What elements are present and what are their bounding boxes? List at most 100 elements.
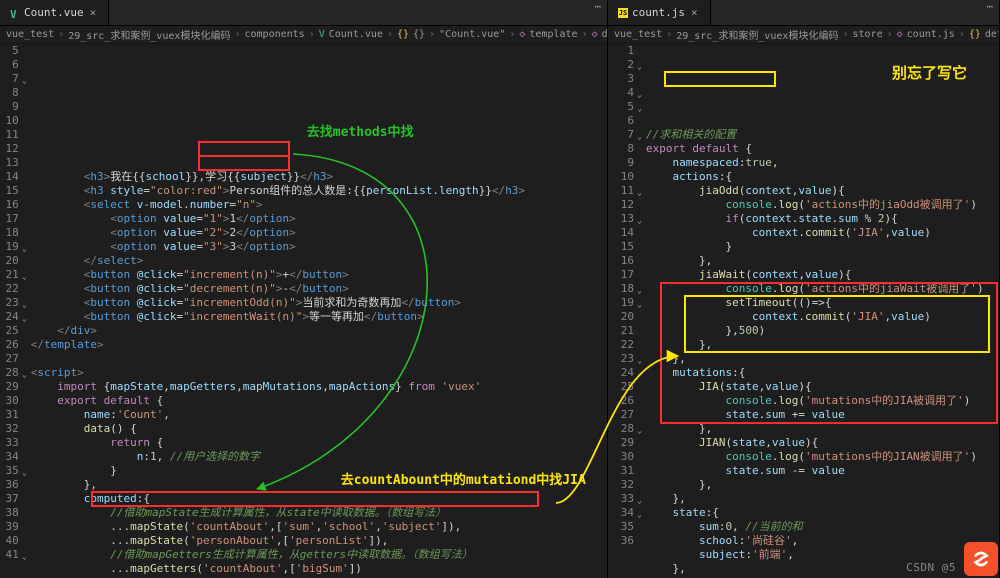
code-line[interactable]: }, xyxy=(646,338,999,352)
code-line[interactable]: //借助mapState生成计算属性，从state中读取数据。（数组写法） xyxy=(31,506,607,520)
code-line[interactable]: }, xyxy=(646,422,999,436)
tab-label: count.js xyxy=(632,6,685,19)
right-gutter: 12⌄34⌄5⌄67⌄891011⌄1213⌄1415161718⌄19⌄202… xyxy=(608,44,642,578)
red-box-increment xyxy=(198,141,290,157)
breadcrumb-item[interactable]: vue_test xyxy=(6,29,54,40)
right-tab-bar: JS count.js × ⋯ xyxy=(608,0,999,26)
breadcrumb-item[interactable]: default xyxy=(985,29,999,40)
code-line[interactable]: </template> xyxy=(31,338,607,352)
code-line[interactable]: <option value="2">2</option> xyxy=(31,226,607,240)
code-line[interactable]: export default { xyxy=(31,394,607,408)
yellow-box-namespaced xyxy=(664,71,776,87)
code-line[interactable]: name:'Count', xyxy=(31,408,607,422)
code-line[interactable]: } xyxy=(646,240,999,254)
code-line[interactable] xyxy=(31,352,607,366)
code-line[interactable]: },500) xyxy=(646,324,999,338)
code-line[interactable]: <h3>我在{{school}},学习{{subject}}</h3> xyxy=(31,170,607,184)
code-line[interactable]: mutations:{ xyxy=(646,366,999,380)
code-line[interactable]: state.sum += value xyxy=(646,408,999,422)
code-line[interactable]: }, xyxy=(646,254,999,268)
app-root: V Count.vue × ⋯ vue_test›29_src_求和案例_vue… xyxy=(0,0,1000,578)
code-line[interactable]: <button @click="incrementWait(n)">等一等再加<… xyxy=(31,310,607,324)
code-line[interactable]: }, xyxy=(646,352,999,366)
tab-count-js[interactable]: JS count.js × xyxy=(608,0,711,25)
breadcrumb-item[interactable]: count.js xyxy=(907,29,955,40)
code-line[interactable]: console.log('actions中的jiaOdd被调用了') xyxy=(646,198,999,212)
left-editor[interactable]: 567⌄8910111213141516171819⌄2021⌄2223⌄24⌄… xyxy=(0,44,607,578)
breadcrumb-item[interactable]: store xyxy=(852,29,882,40)
breadcrumb-item[interactable]: components xyxy=(244,29,304,40)
code-line[interactable]: sum:0, //当前的和 xyxy=(646,520,999,534)
code-line[interactable]: school:'尚硅谷', xyxy=(646,534,999,548)
breadcrumb-item[interactable]: vue_test xyxy=(614,29,662,40)
code-line[interactable]: state.sum -= value xyxy=(646,464,999,478)
code-line[interactable]: </div> xyxy=(31,324,607,338)
code-line[interactable]: ...mapState('countAbout',['sum','school'… xyxy=(31,520,607,534)
code-line[interactable]: </select> xyxy=(31,254,607,268)
right-code[interactable]: 别忘了写它 //求和相关的配置export default { namespac… xyxy=(642,44,999,578)
code-line[interactable]: computed:{ xyxy=(31,492,607,506)
code-line[interactable]: export default { xyxy=(646,142,999,156)
code-line[interactable]: <h3 style="color:red">Person组件的总人数是:{{pe… xyxy=(31,184,607,198)
tab-overflow-icon[interactable]: ⋯ xyxy=(588,0,607,25)
code-line[interactable]: ...mapGetters('countAbout',['bigSum']) xyxy=(31,562,607,576)
sogou-logo-icon xyxy=(964,542,998,576)
code-line[interactable]: }, xyxy=(646,492,999,506)
code-line[interactable]: <button @click="decrement(n)">-</button> xyxy=(31,282,607,296)
breadcrumb-item[interactable]: {} xyxy=(413,29,425,40)
code-line[interactable]: } xyxy=(31,464,607,478)
breadcrumb-item[interactable]: "Count.vue" xyxy=(439,29,505,40)
code-line[interactable]: jiaOdd(context,value){ xyxy=(646,184,999,198)
close-icon[interactable]: × xyxy=(689,6,700,19)
left-tab-bar: V Count.vue × ⋯ xyxy=(0,0,607,26)
breadcrumb-item[interactable]: 29_src_求和案例_vuex模块化编码 xyxy=(68,27,230,42)
code-line[interactable]: jiaWait(context,value){ xyxy=(646,268,999,282)
code-line[interactable]: n:1, //用户选择的数字 xyxy=(31,450,607,464)
red-box-decrement xyxy=(198,155,290,171)
code-line[interactable]: <option value="1">1</option> xyxy=(31,212,607,226)
tab-overflow-icon[interactable]: ⋯ xyxy=(980,0,999,25)
left-breadcrumb[interactable]: vue_test›29_src_求和案例_vuex模块化编码›component… xyxy=(0,26,607,44)
code-line[interactable]: ...mapState('personAbout',['personList']… xyxy=(31,534,607,548)
code-line[interactable]: context.commit('JIA',value) xyxy=(646,226,999,240)
code-line[interactable]: <button @click="incrementOdd(n)">当前求和为奇数… xyxy=(31,296,607,310)
code-line[interactable]: JIAN(state,value){ xyxy=(646,436,999,450)
vue-icon: V xyxy=(10,8,20,18)
code-line[interactable]: }, xyxy=(646,478,999,492)
left-editor-pane: V Count.vue × ⋯ vue_test›29_src_求和案例_vue… xyxy=(0,0,608,578)
code-line[interactable]: JIA(state,value){ xyxy=(646,380,999,394)
code-line[interactable]: state:{ xyxy=(646,506,999,520)
watermark: CSDN @5 xyxy=(906,561,956,574)
right-breadcrumb[interactable]: vue_test›29_src_求和案例_vuex模块化编码›store›◇co… xyxy=(608,26,999,44)
code-line[interactable]: <button @click="increment(n)">+</button> xyxy=(31,268,607,282)
code-line[interactable]: subject:'前端', xyxy=(646,548,999,562)
code-line[interactable]: <select v-model.number="n"> xyxy=(31,198,607,212)
code-line[interactable]: setTimeout(()=>{ xyxy=(646,296,999,310)
close-icon[interactable]: × xyxy=(88,6,99,19)
breadcrumb-item[interactable]: Count.vue xyxy=(329,29,383,40)
code-line[interactable]: if(context.state.sum % 2){ xyxy=(646,212,999,226)
left-code[interactable]: 去找methods中找 去countAbount中的mutationd中找JIA… xyxy=(27,44,607,578)
code-line[interactable]: data() { xyxy=(31,422,607,436)
right-editor[interactable]: 12⌄34⌄5⌄67⌄891011⌄1213⌄1415161718⌄19⌄202… xyxy=(608,44,999,578)
code-line[interactable]: context.commit('JIA',value) xyxy=(646,310,999,324)
tab-label: Count.vue xyxy=(24,6,84,19)
code-line[interactable]: }, xyxy=(31,478,607,492)
code-line[interactable]: namespaced:true, xyxy=(646,156,999,170)
code-line[interactable]: actions:{ xyxy=(646,170,999,184)
code-line[interactable]: console.log('mutations中的JIAN被调用了') xyxy=(646,450,999,464)
breadcrumb-item[interactable]: div xyxy=(602,29,607,40)
note-yellow-right: 别忘了写它 xyxy=(892,66,967,80)
code-line[interactable]: <script> xyxy=(31,366,607,380)
breadcrumb-item[interactable]: template xyxy=(529,29,577,40)
code-line[interactable]: <option value="3">3</option> xyxy=(31,240,607,254)
code-line[interactable]: console.log('mutations中的JIA被调用了') xyxy=(646,394,999,408)
breadcrumb-item[interactable]: 29_src_求和案例_vuex模块化编码 xyxy=(676,27,838,42)
code-line[interactable]: //借助mapGetters生成计算属性，从getters中读取数据。（数组写法… xyxy=(31,548,607,562)
tab-count-vue[interactable]: V Count.vue × xyxy=(0,0,109,25)
code-line[interactable]: return { xyxy=(31,436,607,450)
right-editor-pane: JS count.js × ⋯ vue_test›29_src_求和案例_vue… xyxy=(608,0,1000,578)
code-line[interactable]: console.log('actions中的jiaWait被调用了') xyxy=(646,282,999,296)
code-line[interactable]: //求和相关的配置 xyxy=(646,128,999,142)
code-line[interactable]: import {mapState,mapGetters,mapMutations… xyxy=(31,380,607,394)
